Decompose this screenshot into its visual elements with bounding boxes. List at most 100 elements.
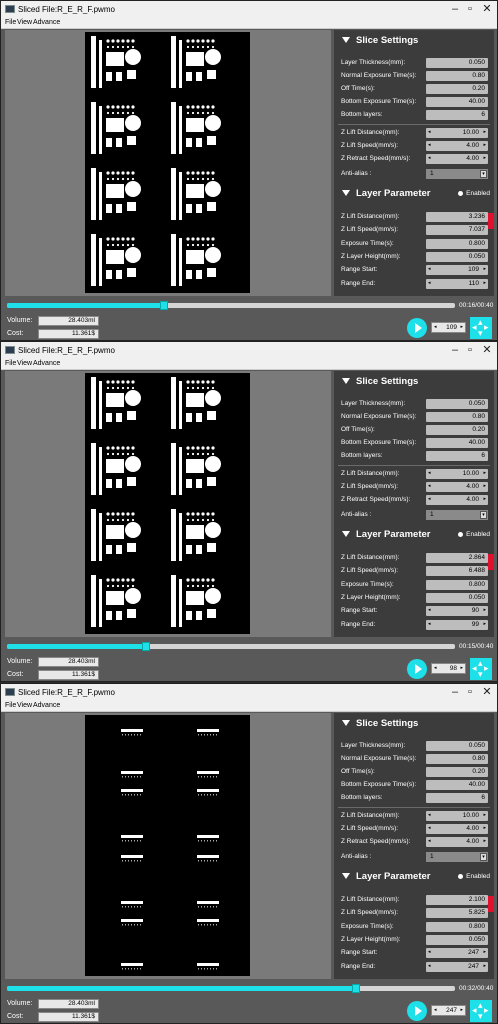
increment-arrow-icon[interactable]: ▸ (483, 483, 486, 489)
slice-settings-header[interactable]: Slice Settings (334, 715, 494, 733)
decrement-arrow-icon[interactable]: ◂ (428, 621, 431, 627)
increment-arrow-icon[interactable]: ▸ (483, 963, 486, 969)
z-layer-height-field[interactable]: 0.050 (426, 593, 488, 603)
menu-advance[interactable]: Advance (33, 19, 60, 26)
range-end-spinbox[interactable]: ◂ 247 ▸ (426, 962, 488, 972)
exposure-time-field[interactable]: 0.800 (426, 580, 488, 590)
increment-arrow-icon[interactable]: ▸ (483, 621, 486, 627)
increment-arrow-icon[interactable]: ▸ (460, 324, 463, 330)
z-lift-speed-field[interactable]: 7.037 (426, 225, 488, 235)
layer-thickness-field[interactable]: 0.050 (426, 399, 488, 409)
off-time-field[interactable]: 0.20 (426, 84, 488, 94)
normal-exposure-field[interactable]: 0.80 (426, 412, 488, 422)
layer-parameter-header[interactable]: Layer Parameter Enabled (334, 868, 494, 886)
menu-file[interactable]: File (5, 360, 16, 367)
range-start-spinbox[interactable]: ◂ 109 ▸ (426, 265, 488, 275)
increment-arrow-icon[interactable]: ▸ (483, 838, 486, 844)
exposure-time-field[interactable]: 0.800 (426, 922, 488, 932)
bottom-layers-field[interactable]: 6 (426, 110, 488, 120)
range-start-spinbox[interactable]: ◂ 90 ▸ (426, 606, 488, 616)
layer-preview[interactable] (85, 32, 250, 293)
z-layer-height-field[interactable]: 0.050 (426, 252, 488, 262)
decrement-arrow-icon[interactable]: ◂ (428, 129, 431, 135)
range-start-spinbox[interactable]: ◂ 247 ▸ (426, 948, 488, 958)
increment-arrow-icon[interactable]: ▸ (483, 155, 486, 161)
close-icon[interactable]: ✕ (481, 2, 493, 16)
decrement-arrow-icon[interactable]: ◂ (428, 266, 431, 272)
z-retract-speed-spinbox[interactable]: ◂ 4.00 ▸ (426, 837, 488, 847)
z-retract-speed-spinbox[interactable]: ◂ 4.00 ▸ (426, 154, 488, 164)
decrement-arrow-icon[interactable]: ◂ (428, 825, 431, 831)
decrement-arrow-icon[interactable]: ◂ (428, 155, 431, 161)
exposure-time-field[interactable]: 0.800 (426, 239, 488, 249)
enabled-radio[interactable]: Enabled (458, 190, 490, 197)
decrement-arrow-icon[interactable]: ◂ (428, 963, 431, 969)
layer-spinbox[interactable]: ◂ 109 ▸ (431, 322, 466, 333)
increment-arrow-icon[interactable]: ▸ (483, 280, 486, 286)
layer-slider[interactable] (7, 301, 455, 310)
decrement-arrow-icon[interactable]: ◂ (428, 483, 431, 489)
play-button[interactable] (407, 318, 427, 338)
maximize-icon[interactable]: ▫ (464, 685, 476, 699)
menu-view[interactable]: View (17, 19, 32, 26)
decrement-arrow-icon[interactable]: ◂ (434, 324, 437, 330)
move-button[interactable]: ▴ ▾ ◂ ▸ (470, 317, 492, 339)
decrement-arrow-icon[interactable]: ◂ (428, 470, 431, 476)
layer-parameter-header[interactable]: Layer Parameter Enabled (334, 185, 494, 203)
layer-preview[interactable] (85, 715, 250, 976)
bottom-layers-field[interactable]: 6 (426, 793, 488, 803)
menu-view[interactable]: View (17, 702, 32, 709)
slice-viewport[interactable] (5, 713, 331, 979)
maximize-icon[interactable]: ▫ (464, 2, 476, 16)
layer-preview[interactable] (85, 373, 250, 634)
increment-arrow-icon[interactable]: ▸ (483, 949, 486, 955)
z-lift-speed-spinbox[interactable]: ◂ 4.00 ▸ (426, 482, 488, 492)
increment-arrow-icon[interactable]: ▸ (483, 825, 486, 831)
z-lift-speed-field[interactable]: 5.825 (426, 908, 488, 918)
decrement-arrow-icon[interactable]: ◂ (428, 142, 431, 148)
menu-file[interactable]: File (5, 19, 16, 26)
off-time-field[interactable]: 0.20 (426, 425, 488, 435)
bottom-exposure-field[interactable]: 40.00 (426, 780, 488, 790)
increment-arrow-icon[interactable]: ▸ (483, 607, 486, 613)
anti-alias-select[interactable]: 1 ▾ (426, 169, 488, 179)
slice-viewport[interactable] (5, 30, 331, 296)
slider-thumb[interactable] (159, 301, 168, 310)
layer-thickness-field[interactable]: 0.050 (426, 741, 488, 751)
z-layer-height-field[interactable]: 0.050 (426, 935, 488, 945)
dropdown-arrow-icon[interactable]: ▾ (480, 170, 487, 178)
dropdown-arrow-icon[interactable]: ▾ (480, 511, 487, 519)
enabled-radio[interactable]: Enabled (458, 531, 490, 538)
z-lift-distance-spinbox[interactable]: ◂ 10.00 ▸ (426, 128, 488, 138)
play-button[interactable] (407, 659, 427, 679)
layer-spinbox[interactable]: ◂ 247 ▸ (431, 1005, 466, 1016)
menu-advance[interactable]: Advance (33, 360, 60, 367)
decrement-arrow-icon[interactable]: ◂ (428, 280, 431, 286)
layer-spinbox[interactable]: ◂ 98 ▸ (431, 663, 466, 674)
menu-file[interactable]: File (5, 702, 16, 709)
range-end-spinbox[interactable]: ◂ 99 ▸ (426, 620, 488, 630)
decrement-arrow-icon[interactable]: ◂ (434, 665, 437, 671)
anti-alias-select[interactable]: 1 ▾ (426, 510, 488, 520)
off-time-field[interactable]: 0.20 (426, 767, 488, 777)
z-retract-speed-spinbox[interactable]: ◂ 4.00 ▸ (426, 495, 488, 505)
close-icon[interactable]: ✕ (481, 685, 493, 699)
move-button[interactable]: ▴ ▾ ◂ ▸ (470, 1000, 492, 1022)
close-icon[interactable]: ✕ (481, 343, 493, 357)
move-button[interactable]: ▴ ▾ ◂ ▸ (470, 658, 492, 680)
z-lift-distance-field[interactable]: 2.100 (426, 895, 488, 905)
decrement-arrow-icon[interactable]: ◂ (428, 812, 431, 818)
decrement-arrow-icon[interactable]: ◂ (428, 496, 431, 502)
increment-arrow-icon[interactable]: ▸ (483, 496, 486, 502)
enabled-radio[interactable]: Enabled (458, 873, 490, 880)
z-lift-distance-spinbox[interactable]: ◂ 10.00 ▸ (426, 469, 488, 479)
increment-arrow-icon[interactable]: ▸ (483, 812, 486, 818)
slider-thumb[interactable] (352, 984, 361, 993)
layer-parameter-header[interactable]: Layer Parameter Enabled (334, 526, 494, 544)
minimize-icon[interactable]: – (449, 2, 461, 16)
anti-alias-select[interactable]: 1 ▾ (426, 852, 488, 862)
increment-arrow-icon[interactable]: ▸ (460, 1007, 463, 1013)
z-lift-speed-spinbox[interactable]: ◂ 4.00 ▸ (426, 141, 488, 151)
layer-thickness-field[interactable]: 0.050 (426, 58, 488, 68)
decrement-arrow-icon[interactable]: ◂ (428, 607, 431, 613)
